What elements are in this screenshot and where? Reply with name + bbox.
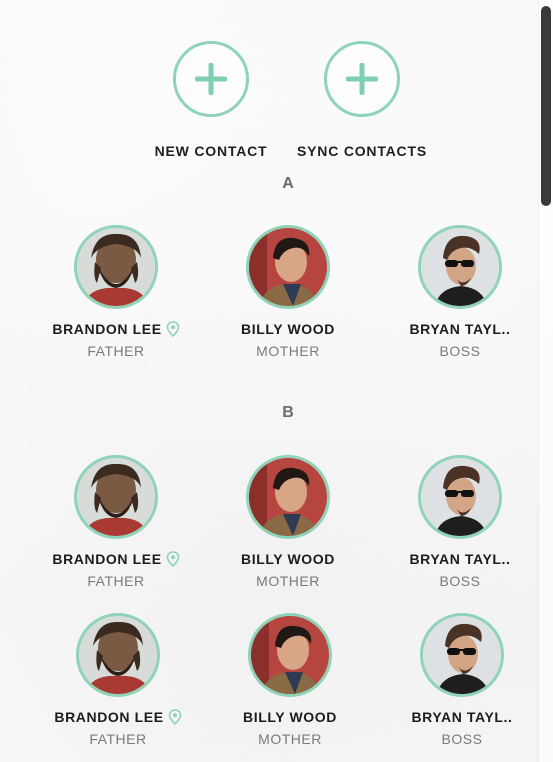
- contact-card[interactable]: BRYAN TAYL.. BOSS: [387, 613, 537, 747]
- contact-card[interactable]: BILLY WOOD MOTHER: [213, 225, 363, 359]
- contact-name: BRANDON LEE: [54, 709, 164, 725]
- sync-contacts-label: SYNC CONTACTS: [297, 143, 427, 159]
- contact-name: BRYAN TAYL..: [411, 709, 513, 725]
- contact-relation: FATHER: [89, 731, 147, 747]
- location-pin-icon: [166, 551, 179, 567]
- new-contact-label: NEW CONTACT: [154, 143, 268, 159]
- new-contact-button[interactable]: [173, 41, 249, 117]
- location-pin-icon: [166, 321, 179, 337]
- contact-card[interactable]: BRYAN TAYL.. BOSS: [385, 225, 535, 359]
- new-contact-action[interactable]: NEW CONTACT: [131, 41, 291, 159]
- contact-relation: BOSS: [439, 343, 481, 359]
- dark-hair-man-avatar[interactable]: [246, 455, 330, 539]
- section-header-a: A: [282, 175, 294, 192]
- contact-card[interactable]: BRANDON LEE FATHER: [41, 225, 191, 359]
- contact-name: BILLY WOOD: [241, 551, 335, 567]
- contact-name: BILLY WOOD: [243, 709, 337, 725]
- contact-relation: MOTHER: [256, 343, 320, 359]
- contact-relation: BOSS: [439, 573, 481, 589]
- contact-name: BRANDON LEE: [52, 551, 162, 567]
- sunglasses-man-avatar[interactable]: [418, 455, 502, 539]
- bearded-man-avatar[interactable]: [74, 455, 158, 539]
- scrollbar[interactable]: [538, 0, 553, 762]
- location-pin-icon: [168, 709, 181, 725]
- contact-card[interactable]: BRANDON LEE FATHER: [41, 455, 191, 589]
- sunglasses-man-avatar[interactable]: [418, 225, 502, 309]
- dark-hair-man-avatar[interactable]: [248, 613, 332, 697]
- section-header-b: B: [282, 404, 294, 421]
- dark-hair-man-avatar[interactable]: [246, 225, 330, 309]
- contacts-screen: NEW CONTACT SYNC CONTACTS A BRANDON LEE: [0, 0, 553, 762]
- contact-relation: BOSS: [441, 731, 483, 747]
- contact-card[interactable]: BRYAN TAYL.. BOSS: [385, 455, 535, 589]
- bearded-man-avatar[interactable]: [74, 225, 158, 309]
- sunglasses-man-avatar[interactable]: [420, 613, 504, 697]
- contact-card[interactable]: BRANDON LEE FATHER: [43, 613, 193, 747]
- sync-contacts-action[interactable]: SYNC CONTACTS: [282, 41, 442, 159]
- contact-relation: FATHER: [87, 573, 145, 589]
- contact-name: BILLY WOOD: [241, 321, 335, 337]
- contact-name: BRYAN TAYL..: [409, 551, 511, 567]
- contact-card[interactable]: BILLY WOOD MOTHER: [215, 613, 365, 747]
- contact-name: BRANDON LEE: [52, 321, 162, 337]
- contact-name: BRYAN TAYL..: [409, 321, 511, 337]
- scrollbar-thumb[interactable]: [541, 6, 551, 206]
- contact-relation: MOTHER: [258, 731, 322, 747]
- contact-card[interactable]: BILLY WOOD MOTHER: [213, 455, 363, 589]
- bearded-man-avatar[interactable]: [76, 613, 160, 697]
- sync-contacts-button[interactable]: [324, 41, 400, 117]
- contact-relation: MOTHER: [256, 573, 320, 589]
- contact-relation: FATHER: [87, 343, 145, 359]
